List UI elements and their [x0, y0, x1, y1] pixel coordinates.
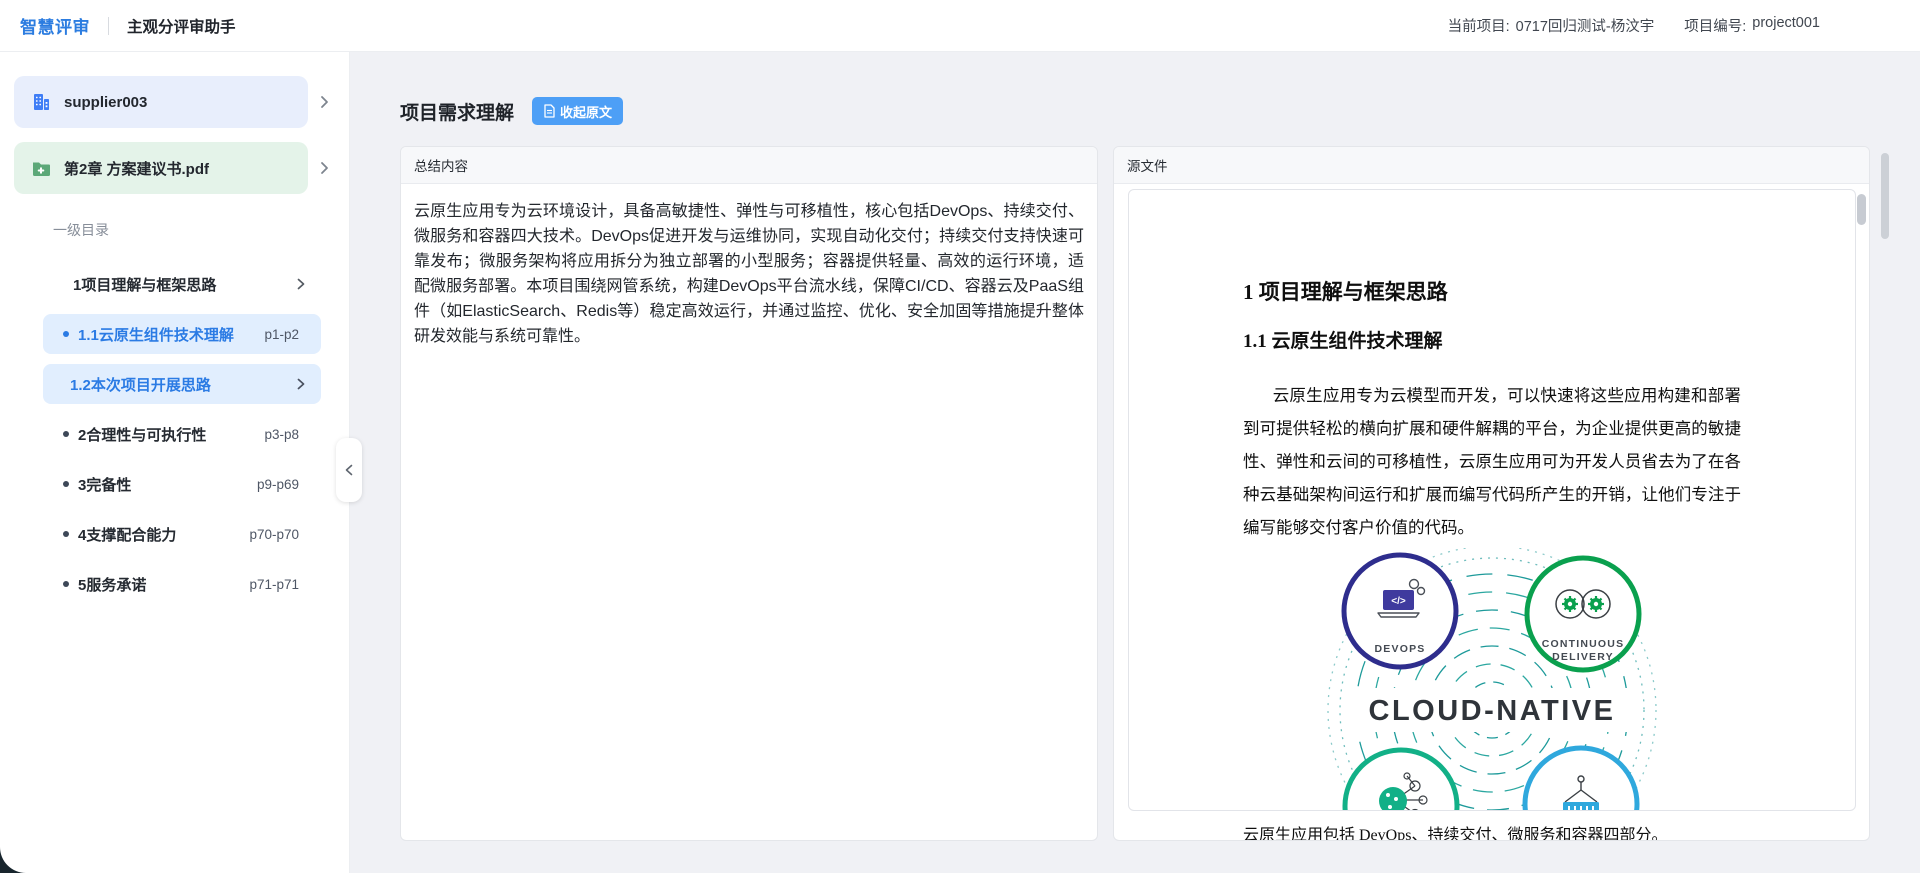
building-icon — [30, 91, 52, 113]
page-range-badge: p1-p2 — [264, 327, 299, 342]
sidebar: supplier003 第2章 方案建议书.pdf — [0, 52, 350, 873]
project-code-label: 项目编号: — [1684, 15, 1746, 36]
main-content: 项目需求理解 收起原文 总结内容 云原生应用专为云环境设计，具备高敏捷性、弹性与… — [350, 52, 1920, 873]
doc-heading-1: 1 项目理解与框架思路 — [1243, 276, 1741, 306]
brand-logo: 智慧评审 — [20, 13, 90, 38]
bullet-dot — [63, 331, 69, 337]
document-icon — [543, 104, 556, 118]
sidebar-item-chapter1[interactable]: 1项目理解与框架思路 — [43, 264, 321, 304]
document-card[interactable]: 第2章 方案建议书.pdf — [14, 142, 308, 194]
bullet-dot — [63, 531, 69, 537]
devops-icon: </> DEVOPS — [1344, 555, 1456, 667]
source-scrollbar-thumb[interactable] — [1857, 194, 1866, 225]
diagram-center-label: CLOUD-NATIVE — [1369, 695, 1616, 727]
source-panel: 源文件 1 项目理解与框架思路 1.1 云原生组件技术理解 云原生应用专为云模型… — [1113, 146, 1870, 841]
sidebar-item-chapter1-1[interactable]: 1.1云原生组件技术理解 p1-p2 — [43, 314, 321, 354]
chevron-right-icon[interactable] — [320, 161, 329, 175]
chevron-right-icon — [297, 378, 305, 390]
window-scrollbar-thumb[interactable] — [1881, 153, 1889, 239]
supplier-card[interactable]: supplier003 — [14, 76, 308, 128]
sidebar-item-chapter4[interactable]: 4支撑配合能力 p70-p70 — [43, 514, 321, 554]
microservices-icon: MICROSERVICES — [1345, 750, 1457, 811]
page-range-badge: p3-p8 — [264, 427, 299, 442]
chevron-right-icon[interactable] — [320, 95, 329, 109]
folder-plus-icon — [30, 157, 52, 179]
svg-text:CONTINUOUS: CONTINUOUS — [1542, 638, 1625, 650]
chevron-left-icon — [345, 464, 353, 476]
chevron-right-icon — [297, 278, 305, 290]
directory-section-label: 一级目录 — [0, 220, 349, 240]
summary-panel: 总结内容 云原生应用专为云环境设计，具备高敏捷性、弹性与可移植性，核心包括Dev… — [400, 146, 1098, 841]
svg-text:DEVOPS: DEVOPS — [1375, 643, 1426, 655]
doc-heading-1-1: 1.1 云原生组件技术理解 — [1243, 326, 1741, 353]
sidebar-collapse-handle[interactable] — [336, 438, 362, 502]
sidebar-item-chapter5[interactable]: 5服务承诺 p71-p71 — [43, 564, 321, 604]
summary-panel-header: 总结内容 — [401, 147, 1097, 184]
supplier-card-label: supplier003 — [64, 94, 147, 111]
figure-caption: 云原生应用包括 DevOps、持续交付、微服务和容器四部分。 — [1128, 821, 1856, 840]
app-window: 智慧评审 主观分评审助手 当前项目: 0717回归测试-杨汶宇 项目编号: pr… — [0, 0, 1920, 873]
cloud-native-diagram: CLOUD-NATIVE </> DEVOPS — [1297, 548, 1687, 811]
summary-text: 云原生应用专为云环境设计，具备高敏捷性、弹性与可移植性，核心包括DevOps、持… — [401, 184, 1097, 364]
app-title: 主观分评审助手 — [127, 15, 236, 37]
sidebar-item-chapter3[interactable]: 3完备性 p9-p69 — [43, 464, 321, 504]
page-range-badge: p71-p71 — [249, 577, 299, 592]
directory-nav: 1项目理解与框架思路 1.1云原生组件技术理解 p1-p2 1.2本次项目开展思… — [43, 264, 321, 604]
doc-paragraph: 云原生应用专为云模型而开发，可以快速将这些应用构建和部署到可提供轻松的横向扩展和… — [1243, 379, 1741, 544]
current-project-value: 0717回归测试-杨汶宇 — [1516, 15, 1655, 36]
continuous-delivery-icon: CONTINUOUS DELIVERY — [1527, 558, 1639, 670]
page-range-badge: p9-p69 — [257, 477, 299, 492]
page-title: 项目需求理解 — [400, 98, 514, 125]
sidebar-item-chapter1-2[interactable]: 1.2本次项目开展思路 — [43, 364, 321, 404]
svg-text:DELIVERY: DELIVERY — [1552, 651, 1614, 663]
page-range-badge: p70-p70 — [249, 527, 299, 542]
current-project-label: 当前项目: — [1448, 15, 1510, 36]
containers-icon: CONTAINERS — [1525, 748, 1637, 811]
sidebar-item-chapter2[interactable]: 2合理性与可执行性 p3-p8 — [43, 414, 321, 454]
source-panel-header: 源文件 — [1114, 147, 1869, 184]
project-code-value: project001 — [1752, 15, 1820, 36]
collapse-source-button[interactable]: 收起原文 — [532, 97, 623, 125]
bullet-dot — [63, 431, 69, 437]
pdf-page: 1 项目理解与框架思路 1.1 云原生组件技术理解 云原生应用专为云模型而开发，… — [1128, 189, 1856, 811]
bullet-dot — [63, 481, 69, 487]
document-card-label: 第2章 方案建议书.pdf — [64, 158, 209, 179]
bullet-dot — [63, 581, 69, 587]
topbar: 智慧评审 主观分评审助手 当前项目: 0717回归测试-杨汶宇 项目编号: pr… — [0, 0, 1920, 52]
topbar-divider — [108, 17, 109, 35]
svg-text:</>: </> — [1391, 596, 1406, 607]
